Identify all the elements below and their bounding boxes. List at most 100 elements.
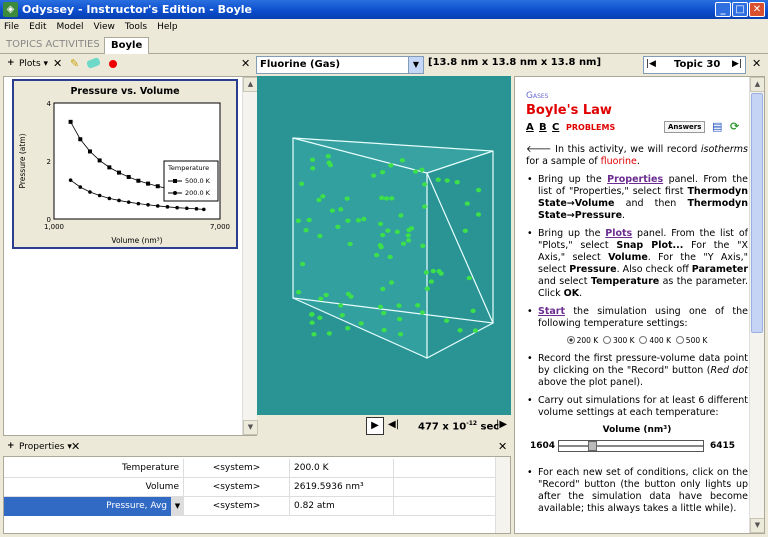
tab-a[interactable]: A xyxy=(526,122,534,133)
molecule xyxy=(306,217,312,223)
add-property-icon[interactable]: + xyxy=(7,441,15,451)
maximize-button[interactable]: □ xyxy=(732,2,748,17)
molecule xyxy=(381,310,387,316)
problems-link[interactable]: PROBLEMS xyxy=(566,123,615,132)
prev-topic-icon[interactable]: |◀ xyxy=(646,59,656,69)
menu-file[interactable]: File xyxy=(4,22,19,32)
molecule xyxy=(338,303,344,308)
menu-edit[interactable]: Edit xyxy=(29,22,46,32)
volume-slider[interactable] xyxy=(558,440,704,452)
properties-link[interactable]: Properties xyxy=(607,174,663,185)
list-item: Bring up the Properties panel. From the … xyxy=(526,174,748,222)
molecule xyxy=(345,325,351,331)
tab-topics-activities[interactable]: TOPICS ACTIVITIES xyxy=(0,37,106,54)
chevron-down-icon[interactable]: ▼ xyxy=(408,57,423,73)
minimize-button[interactable]: _ xyxy=(715,2,731,17)
data-point xyxy=(175,205,179,210)
b2-bold4: Parameter xyxy=(691,264,749,275)
close-content-icon[interactable]: ✕ xyxy=(752,57,761,70)
next-topic-icon[interactable]: ▶| xyxy=(732,59,742,69)
property-name: Volume xyxy=(4,478,184,497)
table-row[interactable]: Volume <system> 2619.5936 nm³ xyxy=(4,478,496,497)
close-properties-icon[interactable]: ✕ xyxy=(498,440,507,453)
radio-500k[interactable]: 500 K xyxy=(675,336,707,345)
data-point xyxy=(155,184,160,189)
plots-link[interactable]: Plots xyxy=(605,228,632,239)
radio-200k[interactable]: 200 K xyxy=(566,336,598,345)
b6: For each new set of conditions, click on… xyxy=(538,467,748,514)
molecule xyxy=(462,228,468,234)
molecule xyxy=(377,243,383,248)
molecule xyxy=(422,204,428,209)
close-plots-icon[interactable]: ✕ xyxy=(241,57,250,70)
simulation-box xyxy=(292,137,494,359)
molecule xyxy=(371,173,377,178)
molecule-select[interactable]: Fluorine (Gas) ▼ xyxy=(256,56,424,74)
tab-b[interactable]: B xyxy=(539,122,547,133)
data-point xyxy=(117,170,122,175)
molecule xyxy=(295,218,301,223)
eraser-icon[interactable] xyxy=(86,57,101,69)
tab-c[interactable]: C xyxy=(552,122,559,133)
molecule xyxy=(466,275,472,281)
title-bar: Odyssey - Instructor's Edition - Boyle xyxy=(0,0,768,19)
pencil-icon[interactable]: ✎ xyxy=(70,57,79,70)
step-back-icon[interactable]: ◀| xyxy=(388,419,399,430)
answers-button[interactable]: Answers xyxy=(664,121,706,133)
close-button[interactable]: ✕ xyxy=(749,2,765,17)
molecule xyxy=(311,332,317,337)
properties-scrollbar[interactable] xyxy=(495,457,510,533)
molecule xyxy=(355,218,362,223)
molecule xyxy=(454,180,460,185)
property-source: <system> xyxy=(184,478,290,497)
add-icon[interactable]: + xyxy=(7,58,15,68)
molecule xyxy=(388,280,395,285)
content-scrollbar[interactable]: ▲ ▼ xyxy=(749,77,764,533)
scroll-down-icon[interactable]: ▼ xyxy=(243,420,258,435)
intro-fluorine: fluorine xyxy=(600,156,637,167)
step-forward-icon[interactable]: |▶ xyxy=(496,419,507,430)
properties-menu[interactable]: Properties ▾ xyxy=(19,442,72,452)
table-row[interactable]: Pressure, Avg ▼ <system> 0.82 atm xyxy=(4,497,496,516)
play-icon[interactable]: ▶ xyxy=(366,417,384,435)
b2-bold3: Pressure xyxy=(569,264,617,275)
molecule xyxy=(303,228,309,233)
molecule xyxy=(470,308,476,314)
temperature-radios: 200 K 300 K 400 K 500 K xyxy=(526,336,748,345)
menu-view[interactable]: View xyxy=(94,22,115,32)
molecule xyxy=(424,286,430,291)
molecule xyxy=(316,197,322,203)
molecule xyxy=(309,312,315,317)
menu-model[interactable]: Model xyxy=(57,22,84,32)
molecule xyxy=(396,316,403,322)
radio-300k[interactable]: 300 K xyxy=(602,336,635,345)
menu-help[interactable]: Help xyxy=(157,22,178,32)
document-icon[interactable]: ▤ xyxy=(712,120,722,133)
scroll-up-icon[interactable]: ▲ xyxy=(750,77,764,92)
delete-property-icon[interactable]: ✕ xyxy=(71,440,80,453)
molecule xyxy=(326,160,332,165)
scroll-down-icon[interactable]: ▼ xyxy=(750,518,764,533)
property-value: 200.0 K xyxy=(290,459,394,478)
chevron-down-icon[interactable]: ▼ xyxy=(172,497,184,516)
refresh-icon[interactable]: ⟳ xyxy=(730,120,739,133)
slider-min: 1604 xyxy=(530,441,556,451)
molecule xyxy=(323,292,329,298)
menu-tools[interactable]: Tools xyxy=(125,22,147,32)
delete-icon[interactable]: ✕ xyxy=(53,57,62,70)
start-link[interactable]: Start xyxy=(538,306,565,317)
scroll-up-icon[interactable]: ▲ xyxy=(243,77,258,92)
molecule xyxy=(326,331,332,336)
plots-menu[interactable]: Plots ▾ xyxy=(19,59,48,69)
molecule xyxy=(338,207,344,212)
slider-thumb[interactable] xyxy=(588,441,598,451)
record-dot-icon[interactable] xyxy=(109,60,117,68)
molecule xyxy=(430,268,436,274)
simulation-view[interactable] xyxy=(257,76,511,415)
scroll-thumb[interactable] xyxy=(751,93,763,333)
radio-400k[interactable]: 400 K xyxy=(639,336,671,345)
tab-boyle[interactable]: Boyle xyxy=(104,37,150,54)
molecule xyxy=(387,254,393,260)
plots-scrollbar[interactable]: ▲ ▼ xyxy=(242,77,258,435)
table-row[interactable]: Temperature <system> 200.0 K xyxy=(4,459,496,478)
